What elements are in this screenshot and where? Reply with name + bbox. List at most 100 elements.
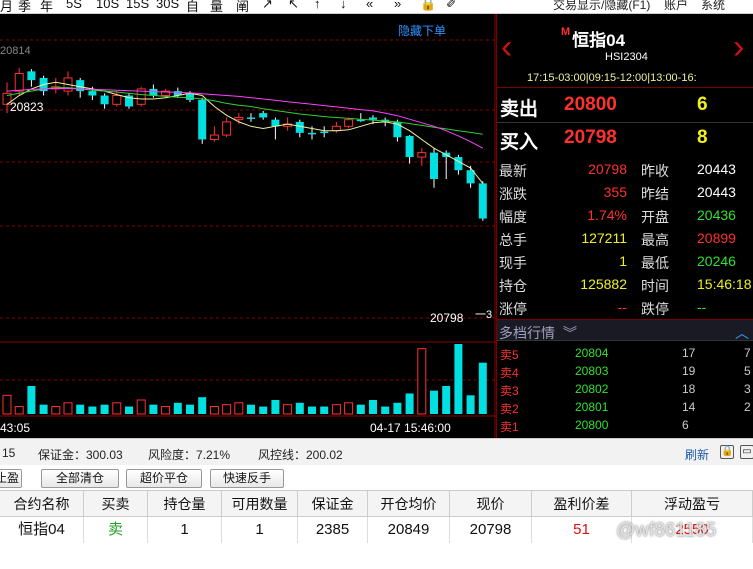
volume-bar xyxy=(234,402,244,415)
menu-item-1[interactable]: 账户 xyxy=(664,0,688,13)
candle-body xyxy=(14,73,24,92)
position-cell[interactable]: 1 xyxy=(222,517,298,543)
toolbar-tool-10[interactable]: ↗ xyxy=(262,0,273,12)
toolbar-tool-7[interactable]: 自 xyxy=(186,0,199,13)
bid-label: 买入 xyxy=(500,132,539,153)
column-header[interactable]: 现价 xyxy=(450,491,532,517)
stat-value-2: 20443 xyxy=(697,184,736,200)
position-cell[interactable]: 2385 xyxy=(298,517,368,543)
prev-contract-arrow-icon[interactable]: ‹ xyxy=(501,28,512,67)
toolbar-tool-14[interactable]: « xyxy=(366,0,373,11)
ask-row[interactable]: 卖出 20800 6 xyxy=(497,90,753,122)
stat-value: 1 xyxy=(619,253,627,269)
depth-level: 卖2 xyxy=(500,402,519,416)
depth-row[interactable]: 卖5 20804 17 7 xyxy=(497,344,753,362)
bid-row[interactable]: 买入 20798 8 xyxy=(497,122,753,154)
lock-icon[interactable]: 🔒 xyxy=(720,445,734,459)
position-cell[interactable]: 1 xyxy=(148,517,222,543)
toolbar-tool-1[interactable]: 季 xyxy=(18,0,31,13)
quick-reverse-button[interactable]: 快速反手 xyxy=(210,469,284,488)
close-all-button[interactable]: 全部清仓 xyxy=(41,469,119,488)
candle-body xyxy=(259,113,268,118)
candle-body xyxy=(209,134,219,140)
column-header[interactable]: 买卖 xyxy=(84,491,148,517)
last-price-label: 20798 xyxy=(430,311,464,325)
toolbar-tool-9[interactable]: 阐 xyxy=(236,0,249,13)
stat-row: 持仓 125882 时间 15:46:18 xyxy=(497,272,753,295)
toolbar-tool-5[interactable]: 15S xyxy=(126,0,149,11)
toolbar-tool-11[interactable]: ↖ xyxy=(288,0,299,12)
bid-price[interactable]: 20798 xyxy=(564,127,617,149)
depth-row[interactable]: 卖2 20801 14 2 xyxy=(497,398,753,416)
depth-row[interactable]: 卖4 20803 19 5 xyxy=(497,362,753,380)
toolbar-tool-0[interactable]: 月 xyxy=(0,0,13,13)
column-header[interactable]: 保证金 xyxy=(298,491,368,517)
next-contract-arrow-icon[interactable]: › xyxy=(733,28,744,67)
collapse-chevron-icon[interactable]: ︿ xyxy=(735,323,749,343)
position-cell[interactable]: 20849 xyxy=(368,517,450,543)
volume-bar xyxy=(198,397,207,414)
column-header[interactable]: 合约名称 xyxy=(0,491,84,517)
toolbar-tool-17[interactable]: ✐ xyxy=(446,0,457,12)
trading-session: 17:15-03:00|09:15-12:00|13:00-16: xyxy=(527,72,697,84)
menu-item-2[interactable]: 系统 xyxy=(701,0,725,13)
toolbar-tool-6[interactable]: 30S xyxy=(156,0,179,11)
column-header[interactable]: 盈利价差 xyxy=(532,491,632,517)
expand-chevron-icon[interactable]: ︾ xyxy=(563,323,577,343)
depth-volume: 19 xyxy=(682,364,696,378)
volume-bar xyxy=(125,406,133,414)
position-cell[interactable]: 卖 xyxy=(84,517,148,543)
stat-row: 涨跌 355 昨结 20443 xyxy=(497,180,753,203)
position-cell[interactable]: 恒指04 xyxy=(0,517,84,543)
column-header[interactable]: 持仓量 xyxy=(148,491,222,517)
candle-body xyxy=(369,117,377,120)
depth-volume: 6 xyxy=(682,418,689,432)
candle-body xyxy=(27,71,36,81)
depth-row[interactable]: 卖1 20800 6 xyxy=(497,416,753,434)
hide-order-link[interactable]: 隐藏下单 xyxy=(398,24,446,38)
super-close-button[interactable]: 超价平仓 xyxy=(126,469,202,488)
toolbar-tool-4[interactable]: 10S xyxy=(96,0,119,11)
take-profit-button[interactable]: 止盈 xyxy=(0,469,22,488)
volume-bar xyxy=(331,404,341,415)
refresh-link[interactable]: 刷新 xyxy=(685,446,709,463)
volume-bar xyxy=(454,344,463,414)
candlestick-chart-panel[interactable]: 隐藏下单 20814 20823 20798 一3 43:05 04-17 15:46:00 xyxy=(0,14,496,438)
chart-canvas[interactable]: 隐藏下单 20814 20823 20798 一3 43:05 04-17 15:46:00 xyxy=(0,14,496,438)
column-header[interactable]: 开仓均价 xyxy=(368,491,450,517)
depth-header[interactable]: 多档行情 ︾ ︿ xyxy=(497,319,753,341)
position-cell[interactable]: 20798 xyxy=(450,517,532,543)
stat-label: 最新 xyxy=(499,163,527,179)
candle-body xyxy=(271,119,280,127)
stat-value-2: 20899 xyxy=(697,230,736,246)
volume-bar xyxy=(466,395,475,414)
risk-label: 风险度：7.21% xyxy=(148,448,231,462)
time-label-right: 04-17 15:46:00 xyxy=(370,421,451,435)
menu-item-0[interactable]: 交易显示/隐藏(F1) xyxy=(553,0,650,13)
volume-bar xyxy=(136,399,146,415)
depth-row[interactable]: 卖3 20802 18 3 xyxy=(497,380,753,398)
toolbar-tool-16[interactable]: 🔒 xyxy=(420,0,436,12)
candle-body xyxy=(344,119,354,127)
toolbar-tool-2[interactable]: 年 xyxy=(40,0,53,13)
candle-body xyxy=(295,121,304,133)
candle-body xyxy=(234,116,244,121)
volume-bar xyxy=(63,402,73,415)
column-header[interactable]: 可用数量 xyxy=(222,491,298,517)
column-header[interactable]: 浮动盈亏 xyxy=(632,491,753,517)
toolbar-tool-15[interactable]: » xyxy=(394,0,401,11)
candle-body xyxy=(308,132,316,135)
toolbar-tool-8[interactable]: 量 xyxy=(210,0,223,13)
stat-label-2: 最低 xyxy=(641,255,669,271)
stat-label-2: 开盘 xyxy=(641,209,669,225)
window-icon[interactable]: ▭ xyxy=(740,445,753,459)
volume-bar xyxy=(393,402,402,414)
toolbar-tool-3[interactable]: 5S xyxy=(66,0,82,11)
moving-average-line xyxy=(6,87,483,135)
volume-bar xyxy=(222,404,232,415)
toolbar-tool-12[interactable]: ↑ xyxy=(314,0,321,11)
toolbar-tool-13[interactable]: ↓ xyxy=(340,0,347,11)
stat-value: 1.74% xyxy=(587,207,627,223)
ask-price[interactable]: 20800 xyxy=(564,94,617,116)
volume-bar xyxy=(430,390,438,414)
